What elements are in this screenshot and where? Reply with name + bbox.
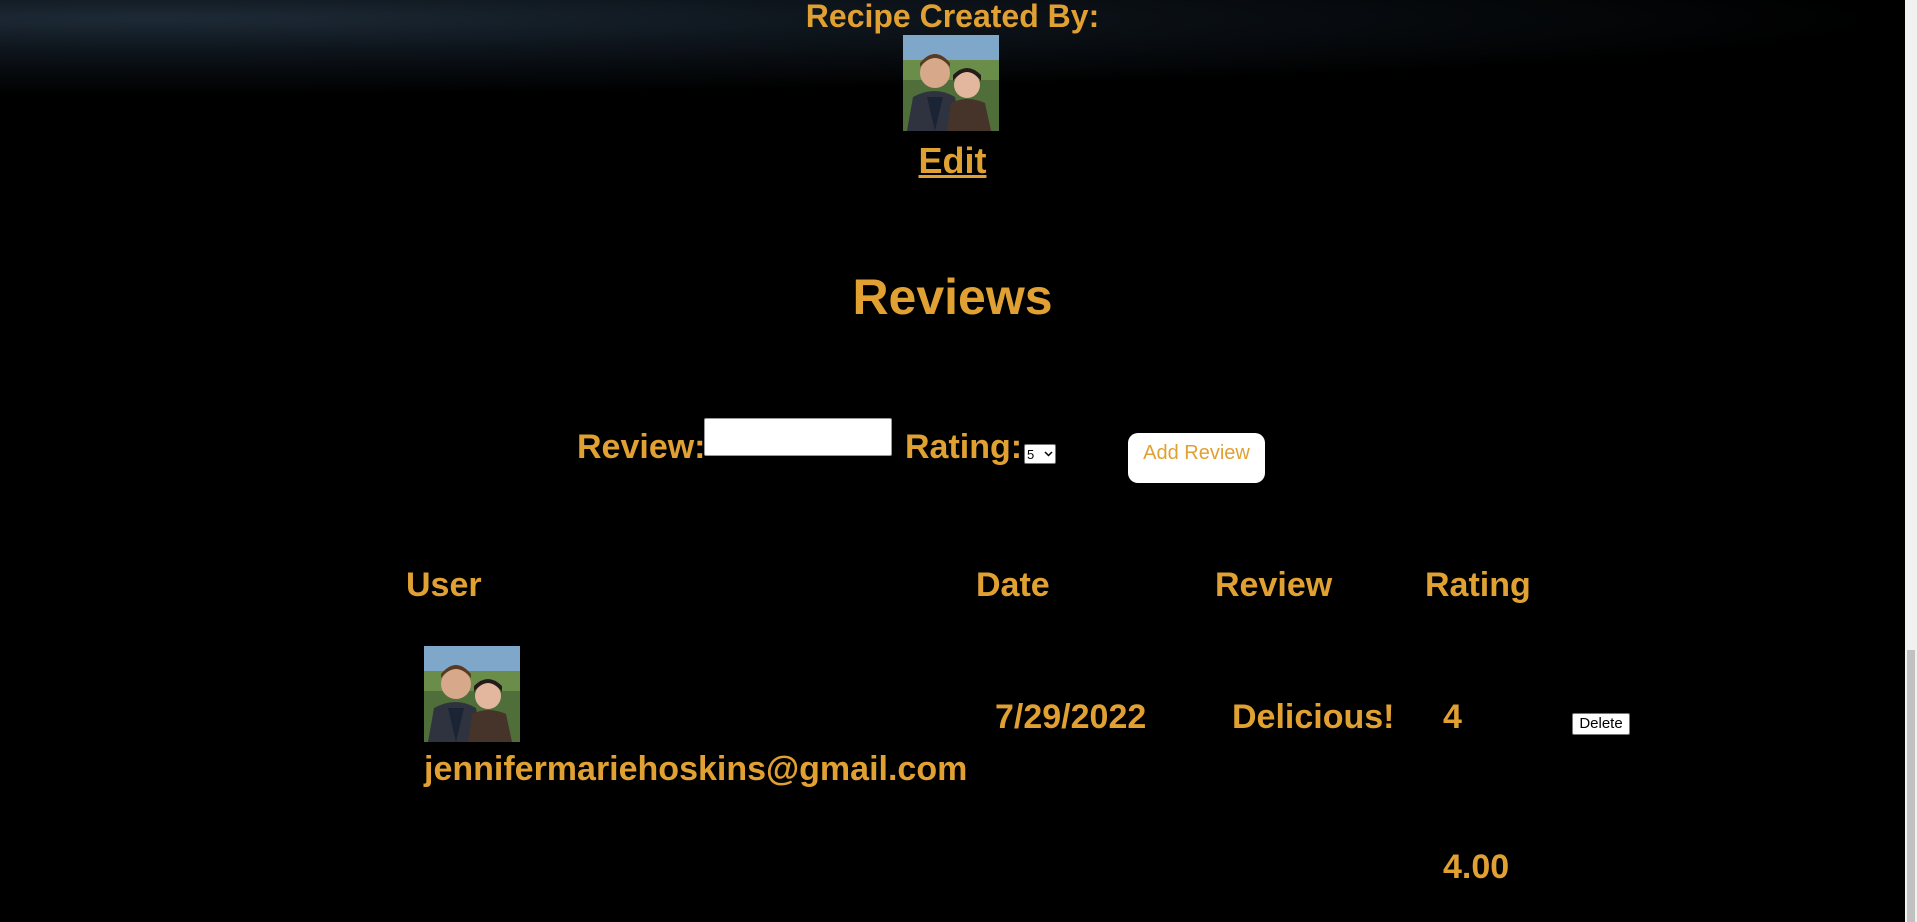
- scrollbar-thumb[interactable]: [1907, 650, 1915, 922]
- add-review-button[interactable]: Add Review: [1128, 433, 1265, 483]
- user-column-header: User: [406, 566, 482, 604]
- rating-column-header: Rating: [1425, 566, 1531, 604]
- user-email: jennifermariehoskins@gmail.com: [424, 750, 968, 788]
- rating-selected-value: 5: [1027, 446, 1035, 462]
- rating-label: Rating:: [905, 428, 1023, 466]
- page-scrollbar[interactable]: [1905, 0, 1917, 922]
- delete-review-button[interactable]: Delete: [1572, 713, 1630, 735]
- review-text: Delicious!: [1232, 698, 1395, 736]
- creator-avatar: [903, 35, 999, 131]
- chevron-down-icon: [1044, 451, 1053, 457]
- date-column-header: Date: [976, 566, 1050, 604]
- average-rating: 4.00: [1443, 848, 1510, 886]
- created-by-label: Recipe Created By:: [805, 0, 1100, 34]
- review-input[interactable]: [704, 418, 892, 456]
- reviews-heading: Reviews: [852, 269, 1053, 325]
- review-label: Review:: [577, 428, 706, 466]
- user-avatar: [424, 646, 520, 742]
- edit-link[interactable]: Edit: [0, 140, 1905, 182]
- review-rating: 4: [1443, 698, 1462, 736]
- review-date: 7/29/2022: [995, 698, 1147, 736]
- rating-select[interactable]: 5: [1024, 444, 1056, 464]
- review-column-header: Review: [1215, 566, 1333, 604]
